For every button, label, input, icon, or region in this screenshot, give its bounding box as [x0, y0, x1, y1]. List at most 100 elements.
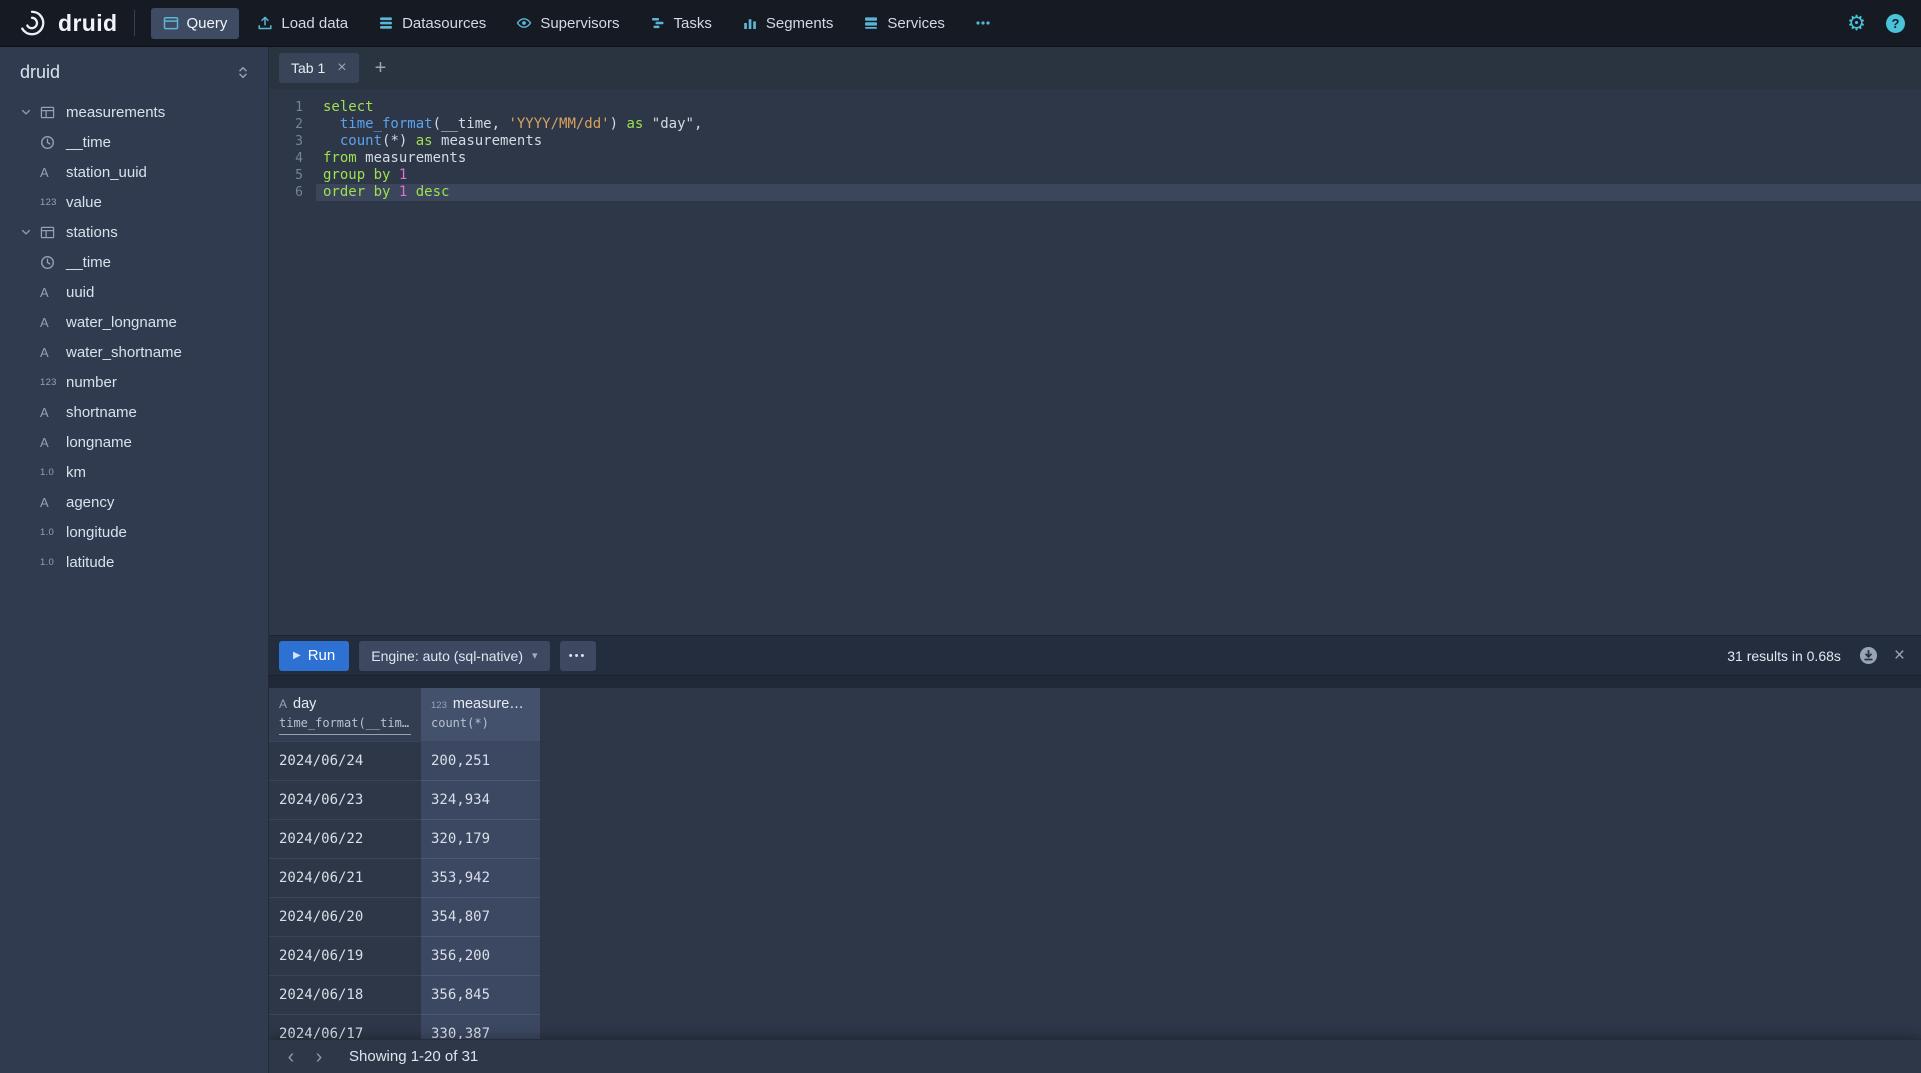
prev-page-icon[interactable]: ‹ — [277, 1042, 305, 1072]
results-scroll-strip[interactable] — [269, 675, 1921, 688]
help-glyph: ? — [1892, 16, 1900, 31]
tree-table-stations[interactable]: stations — [0, 217, 268, 247]
table-cell[interactable]: 353,942 — [421, 859, 540, 898]
tree-label: __time — [66, 254, 111, 271]
tree-column-station_uuid[interactable]: Astation_uuid — [0, 157, 268, 187]
run-button[interactable]: ▶ Run — [279, 641, 349, 671]
nav-label: Query — [187, 15, 228, 32]
help-icon[interactable]: ? — [1886, 14, 1905, 33]
nav-services[interactable]: Services — [851, 8, 957, 39]
nav-datasources[interactable]: Datasources — [366, 8, 498, 39]
table-row[interactable]: 2024/06/18356,845 — [269, 976, 1921, 1015]
results-rows: 2024/06/24200,2512024/06/23324,9342024/0… — [269, 742, 1921, 1054]
nav-query[interactable]: Query — [151, 8, 240, 39]
editor-line-3[interactable]: 3 count(*) as measurements — [269, 133, 1921, 150]
table-row[interactable]: 2024/06/23324,934 — [269, 781, 1921, 820]
table-cell[interactable]: 2024/06/18 — [269, 976, 421, 1015]
column-header-measurements[interactable]: 123 measurements count(*) — [421, 688, 540, 742]
table-cell[interactable]: 2024/06/22 — [269, 820, 421, 859]
table-row[interactable]: 2024/06/21353,942 — [269, 859, 1921, 898]
download-results-icon[interactable] — [1859, 646, 1878, 665]
navbar-right: ⚙ ? — [1847, 13, 1905, 34]
engine-select[interactable]: Engine: auto (sql-native) ▾ — [359, 641, 549, 671]
nav-segments[interactable]: Segments — [730, 8, 846, 39]
editor-line-4[interactable]: 4from measurements — [269, 150, 1921, 167]
nav-more-button[interactable] — [963, 8, 1003, 38]
column-header-day[interactable]: A day time_format(__time, 'YYYY/MM/dd') — [269, 688, 421, 742]
query-more-button[interactable]: ••• — [560, 641, 596, 671]
tree-column-longitude[interactable]: 1.0longitude — [0, 517, 268, 547]
table-row[interactable]: 2024/06/24200,251 — [269, 742, 1921, 781]
tree-label: __time — [66, 134, 111, 151]
add-tab-button[interactable]: + — [375, 58, 387, 78]
line-number: 5 — [269, 167, 316, 184]
brand[interactable]: druid — [16, 8, 118, 38]
tree-column-latitude[interactable]: 1.0latitude — [0, 547, 268, 577]
table-cell[interactable]: 200,251 — [421, 742, 540, 781]
settings-gear-icon[interactable]: ⚙ — [1847, 13, 1866, 34]
line-number: 3 — [269, 133, 316, 150]
code-text: order by 1 desc — [316, 184, 1921, 201]
nav-label: Tasks — [674, 15, 712, 32]
tree-column-longname[interactable]: Alongname — [0, 427, 268, 457]
close-results-icon[interactable]: × — [1894, 646, 1905, 665]
editor-line-1[interactable]: 1select — [269, 99, 1921, 116]
tab-1[interactable]: Tab 1 × — [279, 53, 359, 83]
tree-column-__time[interactable]: __time — [0, 247, 268, 277]
table-cell[interactable]: 320,179 — [421, 820, 540, 859]
tree-column-water_longname[interactable]: Awater_longname — [0, 307, 268, 337]
content: druid measurements__timeAstation_uuid123… — [0, 47, 1921, 1073]
editor-line-5[interactable]: 5group by 1 — [269, 167, 1921, 184]
tree-label: km — [66, 464, 86, 481]
table-cell[interactable]: 356,845 — [421, 976, 540, 1015]
tree-column-shortname[interactable]: Ashortname — [0, 397, 268, 427]
table-row[interactable]: 2024/06/22320,179 — [269, 820, 1921, 859]
editor-line-2[interactable]: 2 time_format(__time, 'YYYY/MM/dd') as "… — [269, 116, 1921, 133]
table-cell[interactable]: 2024/06/20 — [269, 898, 421, 937]
sql-editor[interactable]: 1select2 time_format(__time, 'YYYY/MM/dd… — [269, 89, 1921, 635]
close-tab-icon[interactable]: × — [337, 60, 346, 76]
table-cell[interactable]: 354,807 — [421, 898, 540, 937]
tree-column-km[interactable]: 1.0km — [0, 457, 268, 487]
next-page-icon[interactable]: › — [305, 1042, 333, 1072]
schema-switcher-icon[interactable] — [236, 64, 250, 81]
nav-tasks[interactable]: Tasks — [638, 8, 724, 39]
tree-table-measurements[interactable]: measurements — [0, 97, 268, 127]
table-cell[interactable]: 2024/06/23 — [269, 781, 421, 820]
server-stack-icon — [863, 15, 879, 31]
tree-label: measurements — [66, 104, 165, 121]
table-cell[interactable]: 356,200 — [421, 937, 540, 976]
code-text: count(*) as measurements — [316, 133, 1921, 150]
float-type-icon: 1.0 — [40, 467, 64, 478]
tree-label: agency — [66, 494, 114, 511]
chevron-down-icon[interactable] — [20, 226, 40, 238]
results-header: A day time_format(__time, 'YYYY/MM/dd') … — [269, 688, 1921, 742]
table-cell[interactable]: 2024/06/19 — [269, 937, 421, 976]
results-panel: A day time_format(__time, 'YYYY/MM/dd') … — [269, 688, 1921, 1073]
nav-label: Load data — [281, 15, 348, 32]
tree-column-water_shortname[interactable]: Awater_shortname — [0, 337, 268, 367]
chevron-down-icon[interactable] — [20, 106, 40, 118]
navbar-divider — [134, 10, 135, 36]
table-cell[interactable]: 2024/06/24 — [269, 742, 421, 781]
column-name: measurements — [453, 696, 530, 712]
tree-column-agency[interactable]: Aagency — [0, 487, 268, 517]
tree-label: uuid — [66, 284, 94, 301]
play-icon: ▶ — [293, 650, 301, 661]
string-type-icon: A — [40, 345, 64, 360]
tree-label: latitude — [66, 554, 114, 571]
tree-column-uuid[interactable]: Auuid — [0, 277, 268, 307]
float-type-icon: 1.0 — [40, 527, 64, 538]
nav-supervisors[interactable]: Supervisors — [504, 8, 631, 39]
tree-column-value[interactable]: 123value — [0, 187, 268, 217]
table-cell[interactable]: 2024/06/21 — [269, 859, 421, 898]
pagination-label: Showing 1-20 of 31 — [349, 1048, 478, 1065]
tree-column-number[interactable]: 123number — [0, 367, 268, 397]
nav-load-data[interactable]: Load data — [245, 8, 360, 39]
table-cell[interactable]: 324,934 — [421, 781, 540, 820]
tree-column-__time[interactable]: __time — [0, 127, 268, 157]
table-row[interactable]: 2024/06/19356,200 — [269, 937, 1921, 976]
editor-line-6[interactable]: 6order by 1 desc — [269, 184, 1921, 201]
table-row[interactable]: 2024/06/20354,807 — [269, 898, 1921, 937]
gantt-icon — [650, 15, 666, 31]
